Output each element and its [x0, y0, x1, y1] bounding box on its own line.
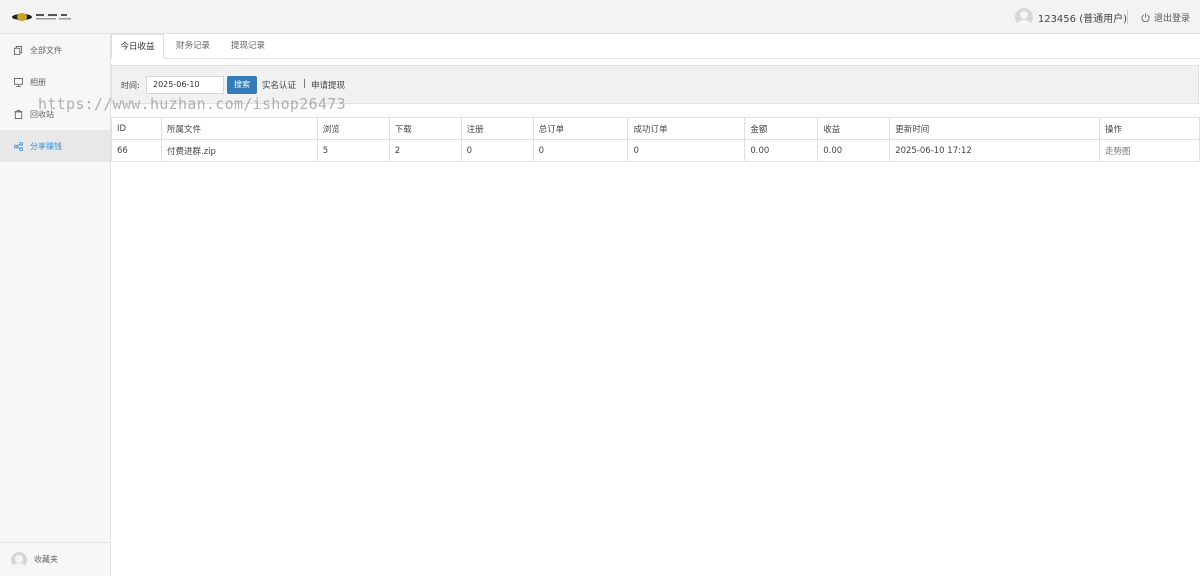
logo[interactable]	[11, 10, 81, 24]
top-header: 123456 (普通用户) 退出登录	[0, 0, 1200, 34]
avatar	[11, 551, 27, 568]
user-info[interactable]: 123456 (普通用户)	[1014, 7, 1127, 27]
share-icon	[14, 141, 23, 151]
sidebar-item-all-files[interactable]: 全部文件	[0, 34, 110, 66]
column-header: 注册	[460, 117, 534, 140]
table-row: 66 付费进群.zip 5 2 0 0 0 0.00 0.00 2025-06-…	[111, 139, 1200, 162]
logout-button[interactable]: 退出登录	[1141, 9, 1190, 25]
logout-label: 退出登录	[1153, 13, 1190, 24]
sidebar-item-label: 相册	[30, 77, 46, 87]
user-name: 123456 (普通用户)	[1037, 13, 1127, 25]
tab-bar: 今日收益 财务记录 提现记录	[111, 34, 1200, 59]
apply-withdraw-link[interactable]: 申请提现	[311, 79, 345, 91]
time-label: 时间:	[121, 81, 140, 90]
column-header: ID	[111, 117, 162, 140]
cell-amount: 0.00	[744, 139, 819, 162]
sidebar-item-label: 分享赚钱	[30, 141, 62, 151]
cell-earnings: 0.00	[817, 139, 891, 162]
trash-icon	[14, 109, 23, 119]
tab-today-earnings[interactable]: 今日收益	[111, 34, 164, 59]
favorites-label: 收藏夹	[34, 555, 58, 564]
column-header: 成功订单	[627, 117, 746, 140]
column-header: 收益	[817, 117, 891, 140]
cell-updated-time: 2025-06-10 17:12	[889, 139, 1100, 162]
column-header: 下载	[388, 117, 462, 140]
watermark: https://www.huzhan.com/ishop26473	[38, 95, 346, 113]
sidebar: 全部文件 相册 回收站 分享赚钱 收藏夹	[0, 34, 111, 576]
tab-finance-records[interactable]: 财务记录	[167, 34, 219, 59]
cell-success-orders: 0	[627, 139, 746, 162]
real-name-verify-link[interactable]: 实名认证	[262, 79, 296, 91]
sidebar-item-label: 全部文件	[30, 45, 62, 55]
column-header: 所属文件	[160, 117, 318, 140]
sidebar-item-favorites[interactable]: 收藏夹	[0, 542, 110, 576]
column-header: 金额	[744, 117, 819, 140]
monitor-icon	[14, 77, 23, 87]
cell-total-orders: 0	[532, 139, 629, 162]
link-separator: |	[303, 79, 306, 89]
cell-file: 付费进群.zip	[160, 139, 318, 162]
avatar	[1014, 8, 1033, 26]
header-divider	[1127, 10, 1128, 24]
cell-registrations: 0	[460, 139, 534, 162]
cell-downloads: 2	[388, 139, 462, 162]
trend-chart-link[interactable]: 走势图	[1105, 147, 1131, 157]
table-header-row: ID 所属文件 浏览 下载 注册 总订单 成功订单 金额 收益 更新时间 操作	[111, 117, 1200, 140]
power-icon	[1141, 12, 1150, 22]
cell-action: 走势图	[1099, 139, 1200, 162]
column-header: 更新时间	[889, 117, 1100, 140]
cell-views: 5	[316, 139, 390, 162]
sidebar-item-album[interactable]: 相册	[0, 66, 110, 98]
search-button[interactable]: 搜索	[227, 76, 257, 94]
files-icon	[14, 45, 23, 55]
cell-id: 66	[111, 139, 162, 162]
earnings-table: ID 所属文件 浏览 下载 注册 总订单 成功订单 金额 收益 更新时间 操作 …	[111, 117, 1200, 162]
sidebar-item-share-earn[interactable]: 分享赚钱	[0, 130, 110, 162]
column-header: 浏览	[316, 117, 390, 140]
tab-withdraw-records[interactable]: 提现记录	[222, 34, 274, 59]
column-header: 总订单	[532, 117, 629, 140]
date-input[interactable]: 2025-06-10	[146, 76, 224, 94]
column-header: 操作	[1099, 117, 1200, 140]
